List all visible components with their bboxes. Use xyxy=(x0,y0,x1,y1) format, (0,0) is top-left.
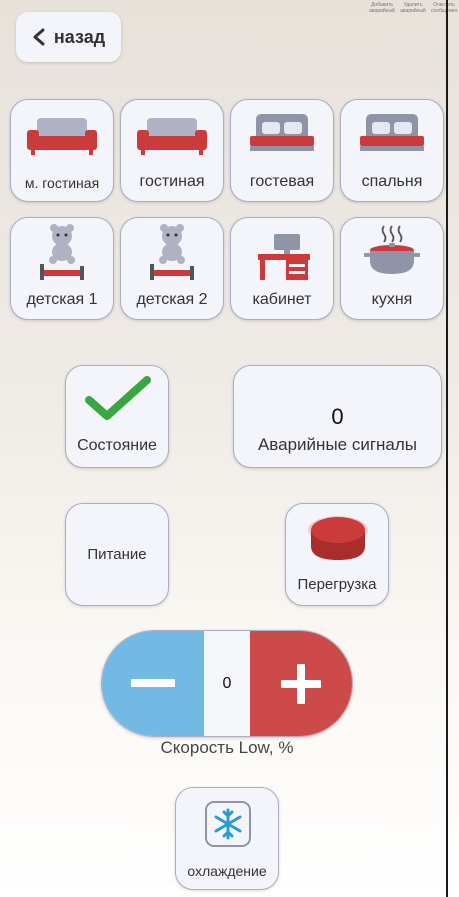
alarm-count: 0 xyxy=(331,404,344,429)
clear-messages-link[interactable]: Очистить сообщения xyxy=(430,2,458,14)
overload-label: Перегрузка xyxy=(297,576,377,593)
back-label: назад xyxy=(53,26,106,47)
snowflake-icon xyxy=(205,801,251,847)
speed-label: Скорость Low, % xyxy=(160,738,294,757)
room-label: детская 2 xyxy=(136,291,208,308)
overload-tile[interactable]: Перегрузка xyxy=(285,503,389,606)
room-label: гостиная xyxy=(139,173,205,190)
alarms-tile[interactable]: 0 Аварийные сигналы xyxy=(233,365,442,468)
room-label: кабинет xyxy=(252,291,312,308)
add-alarm-link[interactable]: Добавить аварийный xyxy=(368,2,396,14)
cooling-label: охлаждение xyxy=(187,863,267,879)
bed-icon xyxy=(250,114,314,151)
alarms-label: Аварийные сигналы xyxy=(257,435,418,454)
window-edge-divider xyxy=(446,0,448,897)
corner-actions: Добавить аварийный Удалить аварийный Очи… xyxy=(368,2,458,14)
sofa-icon xyxy=(137,118,207,155)
speed-stepper: 0 xyxy=(101,630,353,737)
room-button-living[interactable]: гостиная xyxy=(120,99,224,202)
status-label: Состояние xyxy=(77,437,157,454)
sofa-icon xyxy=(27,118,97,155)
room-button-guest[interactable]: гостевая xyxy=(230,99,334,202)
status-tile[interactable]: Состояние xyxy=(65,365,169,468)
checkmark-icon xyxy=(85,376,151,420)
increase-speed-button[interactable] xyxy=(249,631,352,736)
pot-icon xyxy=(364,225,420,274)
room-label: спальня xyxy=(361,173,423,190)
chevron-left-icon xyxy=(33,28,45,46)
room-button-kitchen[interactable]: кухня xyxy=(340,217,444,320)
desk-icon xyxy=(258,234,310,280)
speed-value: 0 xyxy=(204,631,250,736)
red-button-icon xyxy=(308,516,368,560)
kids-bed-icon xyxy=(40,224,84,280)
room-button-kids-1[interactable]: детская 1 xyxy=(10,217,114,320)
room-button-kids-2[interactable]: детская 2 xyxy=(120,217,224,320)
room-label: кухня xyxy=(371,291,413,308)
kids-bed-icon xyxy=(150,224,194,280)
remove-alarm-link[interactable]: Удалить аварийный xyxy=(399,2,427,14)
back-button[interactable]: назад xyxy=(16,12,121,62)
decrease-speed-button[interactable] xyxy=(102,631,205,736)
room-button-office[interactable]: кабинет xyxy=(230,217,334,320)
cooling-button[interactable]: охлаждение xyxy=(175,787,279,890)
power-label: Питание xyxy=(87,546,147,563)
room-label: м. гостиная xyxy=(24,175,100,191)
room-button-bedroom[interactable]: спальня xyxy=(340,99,444,202)
bed-icon xyxy=(360,114,424,151)
room-button-small-living[interactable]: м. гостиная xyxy=(10,99,114,202)
plus-icon xyxy=(280,663,321,704)
room-label: гостевая xyxy=(249,173,315,190)
room-label: детская 1 xyxy=(26,291,98,308)
power-button[interactable]: Питание xyxy=(65,503,169,606)
minus-icon xyxy=(131,678,176,687)
